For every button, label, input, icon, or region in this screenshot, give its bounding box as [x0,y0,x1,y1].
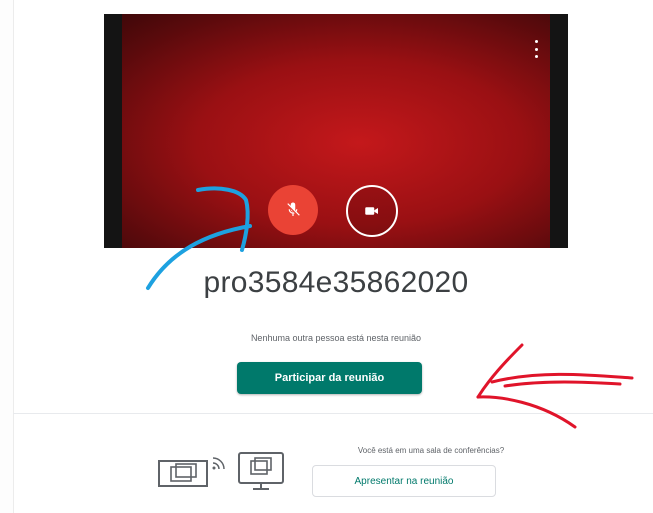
preview-edge-right [550,14,568,248]
section-divider [13,413,653,414]
present-to-meeting-button[interactable]: Apresentar na reunião [312,465,496,497]
mic-toggle-button[interactable] [268,185,318,235]
cast-to-room-icon [158,452,284,490]
videocam-icon [365,207,378,215]
preview-edge-left [104,14,122,248]
meet-join-page: pro3584e35862020 Nenhuma outra pessoa es… [0,0,653,513]
camera-toggle-button[interactable] [346,185,398,237]
video-preview [104,14,568,248]
participants-status: Nenhuma outra pessoa está nesta reunião [250,333,422,343]
mic-off-icon [286,202,300,217]
meeting-code: pro3584e35862020 [203,266,469,299]
conference-room-question: Você está em uma sala de conferências? [357,446,505,455]
join-meeting-button[interactable]: Participar da reunião [237,362,422,394]
more-vert-icon[interactable] [533,40,539,58]
